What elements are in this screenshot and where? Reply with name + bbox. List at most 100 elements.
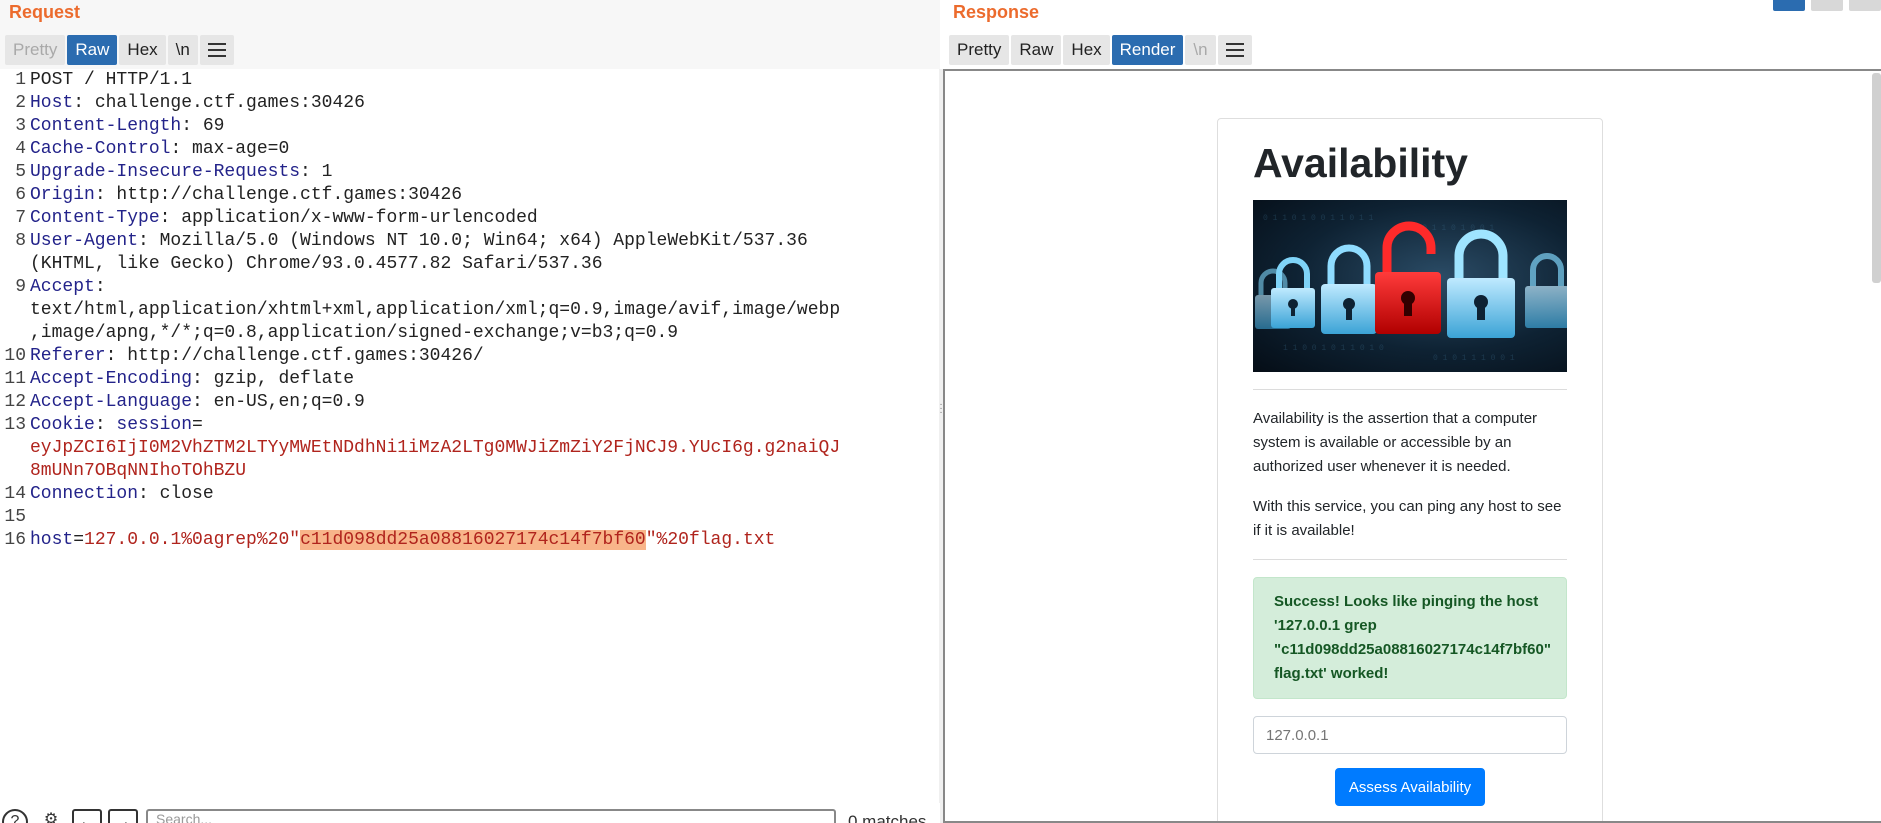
previous-match-arrow-icon[interactable]: ← bbox=[72, 809, 102, 823]
help-icon[interactable]: ? bbox=[2, 809, 28, 823]
line-content: Upgrade-Insecure-Requests: 1 bbox=[30, 161, 332, 184]
code-line: 15 bbox=[0, 506, 940, 529]
response-hex-button[interactable]: Hex bbox=[1063, 35, 1110, 65]
code-token: Origin bbox=[30, 185, 95, 205]
response-menu-icon[interactable] bbox=[1217, 35, 1252, 65]
code-line: text/html,application/xhtml+xml,applicat… bbox=[0, 299, 940, 322]
code-token: : gzip, deflate bbox=[192, 369, 355, 389]
response-header: Response Pretty Raw Hex Render \n bbox=[943, 0, 1881, 69]
request-newline-toggle[interactable]: \n bbox=[167, 35, 198, 65]
search-input[interactable]: Search... bbox=[146, 809, 836, 823]
response-pretty-button[interactable]: Pretty bbox=[949, 35, 1010, 65]
code-token: : Mozilla/5.0 (Windows NT 10.0; Win64; x… bbox=[138, 231, 808, 251]
code-line: 11 Accept-Encoding: gzip, deflate bbox=[0, 368, 940, 391]
code-token: : bbox=[94, 415, 117, 435]
code-line: (KHTML, like Gecko) Chrome/93.0.4577.82 … bbox=[0, 253, 940, 276]
code-token: Connection bbox=[30, 484, 139, 504]
request-pretty-button[interactable]: Pretty bbox=[5, 35, 66, 65]
code-token: Cookie bbox=[30, 415, 95, 435]
line-number: 12 bbox=[4, 392, 26, 412]
code-token: : en-US,en;q=0.9 bbox=[192, 392, 365, 412]
line-number bbox=[0, 437, 30, 460]
code-token: Content-Length bbox=[30, 116, 182, 136]
line-number: 2 bbox=[15, 93, 26, 113]
code-token: Referer bbox=[30, 346, 106, 366]
code-token: : http://challenge.ctf.games:30426 bbox=[94, 185, 463, 205]
line-content: ,image/apng,*/*;q=0.8,application/signed… bbox=[30, 322, 678, 345]
code-token: : bbox=[94, 277, 106, 297]
line-content: Referer: http://challenge.ctf.games:3042… bbox=[30, 345, 484, 368]
line-content: Content-Type: application/x-www-form-url… bbox=[30, 207, 538, 230]
code-line: 13 Cookie: session= bbox=[0, 414, 940, 437]
code-line: 7 Content-Type: application/x-www-form-ur… bbox=[0, 207, 940, 230]
code-line: 6 Origin: http://challenge.ctf.games:3042… bbox=[0, 184, 940, 207]
code-line: 14 Connection: close bbox=[0, 483, 940, 506]
code-line: 10 Referer: http://challenge.ctf.games:30… bbox=[0, 345, 940, 368]
code-line: 8mUNn7OBqNNIhoTOhBZU bbox=[0, 460, 940, 483]
code-token: host bbox=[30, 530, 74, 550]
host-input[interactable] bbox=[1253, 716, 1567, 755]
code-token: : close bbox=[138, 484, 214, 504]
request-toolbar: Pretty Raw Hex \n bbox=[5, 35, 234, 65]
search-highlight: c11d098dd25a08816027174c14f7bf60 bbox=[300, 530, 646, 550]
layout-tabs-icon[interactable] bbox=[1849, 0, 1881, 11]
response-render-button[interactable]: Render bbox=[1111, 35, 1184, 65]
request-menu-icon[interactable] bbox=[199, 35, 234, 65]
code-token: POST / HTTP/1.1 bbox=[30, 70, 193, 90]
line-content: POST / HTTP/1.1 bbox=[30, 69, 192, 92]
line-content: host=127.0.0.1%0agrep%20"c11d098dd25a088… bbox=[30, 529, 775, 552]
line-number bbox=[0, 253, 30, 276]
code-token: : application/x-www-form-urlencoded bbox=[159, 208, 538, 228]
line-content: Accept-Language: en-US,en;q=0.9 bbox=[30, 391, 365, 414]
request-editor[interactable]: 1 POST / HTTP/1.1 2 Host: challenge.ctf.gam… bbox=[0, 69, 940, 809]
availability-card: Availability 0 1 1 0 1 0 0 1 1 0 1 1 1 0… bbox=[1217, 118, 1603, 821]
line-number: 16 bbox=[4, 530, 26, 550]
code-token: Upgrade-Insecure-Requests bbox=[30, 162, 301, 182]
assess-availability-button[interactable]: Assess Availability bbox=[1334, 768, 1486, 807]
code-token: : 69 bbox=[181, 116, 225, 136]
settings-gear-icon[interactable]: ⚙ bbox=[38, 809, 64, 823]
line-number bbox=[0, 322, 30, 345]
divider-bottom bbox=[1253, 559, 1567, 561]
line-number: 15 bbox=[4, 507, 26, 527]
line-number: 13 bbox=[4, 415, 26, 435]
code-token: text/html,application/xhtml+xml,applicat… bbox=[30, 300, 841, 320]
request-hex-button[interactable]: Hex bbox=[119, 35, 166, 65]
request-raw-button[interactable]: Raw bbox=[67, 35, 118, 65]
line-content: Cache-Control: max-age=0 bbox=[30, 138, 289, 161]
line-content: Cookie: session= bbox=[30, 414, 203, 437]
response-raw-button[interactable]: Raw bbox=[1011, 35, 1062, 65]
request-search-bar: ? ⚙ ← → Search... 0 matches bbox=[0, 803, 940, 823]
svg-text:0 1 1 0 1 0 0 1 1 0 1 1: 0 1 1 0 1 0 0 1 1 0 1 1 bbox=[1263, 214, 1374, 223]
code-line: 16 host=127.0.0.1%0agrep%20"c11d098dd25a0… bbox=[0, 529, 940, 552]
success-alert: Success! Looks like pinging the host '12… bbox=[1253, 577, 1567, 700]
response-render-view: Availability 0 1 1 0 1 0 0 1 1 0 1 1 1 0… bbox=[943, 69, 1881, 823]
code-token: (KHTML, like Gecko) Chrome/93.0.4577.82 … bbox=[30, 254, 603, 274]
line-number: 1 bbox=[15, 70, 26, 90]
code-token: Cache-Control bbox=[30, 139, 171, 159]
code-line: 3 Content-Length: 69 bbox=[0, 115, 940, 138]
code-line: ,image/apng,*/*;q=0.8,application/signed… bbox=[0, 322, 940, 345]
code-token: = bbox=[192, 415, 203, 435]
layout-stacked-icon[interactable] bbox=[1811, 0, 1843, 11]
response-newline-toggle[interactable]: \n bbox=[1185, 35, 1216, 65]
line-content: Origin: http://challenge.ctf.games:30426 bbox=[30, 184, 462, 207]
request-header: Request Pretty Raw Hex \n bbox=[0, 0, 940, 69]
code-line: eyJpZCI6IjI0M2VhZTM2LTYyMWEtNDdhNi1iMzA2… bbox=[0, 437, 940, 460]
service-description: With this service, you can ping any host… bbox=[1253, 498, 1562, 540]
code-token: 127.0.0.1%0agrep%20" bbox=[84, 530, 301, 550]
code-token: = bbox=[73, 530, 85, 550]
line-number: 3 bbox=[15, 116, 26, 136]
code-token: Content-Type bbox=[30, 208, 160, 228]
line-number: 8 bbox=[15, 231, 26, 251]
layout-side-by-side-icon[interactable] bbox=[1773, 0, 1805, 11]
request-title: Request bbox=[9, 2, 81, 22]
line-content: eyJpZCI6IjI0M2VhZTM2LTYyMWEtNDdhNi1iMzA2… bbox=[30, 437, 840, 460]
line-content: Accept-Encoding: gzip, deflate bbox=[30, 368, 354, 391]
padlock-icon: 0 1 1 0 1 0 0 1 1 0 1 1 1 0 0 1 1 0 1 0 … bbox=[1255, 214, 1567, 363]
code-token: eyJpZCI6IjI0M2VhZTM2LTYyMWEtNDdhNi1iMzA2… bbox=[30, 438, 841, 458]
line-content: Accept: bbox=[30, 276, 106, 299]
divider-top bbox=[1253, 389, 1567, 391]
next-match-arrow-icon[interactable]: → bbox=[108, 809, 138, 823]
render-scrollbar[interactable] bbox=[1872, 73, 1881, 283]
